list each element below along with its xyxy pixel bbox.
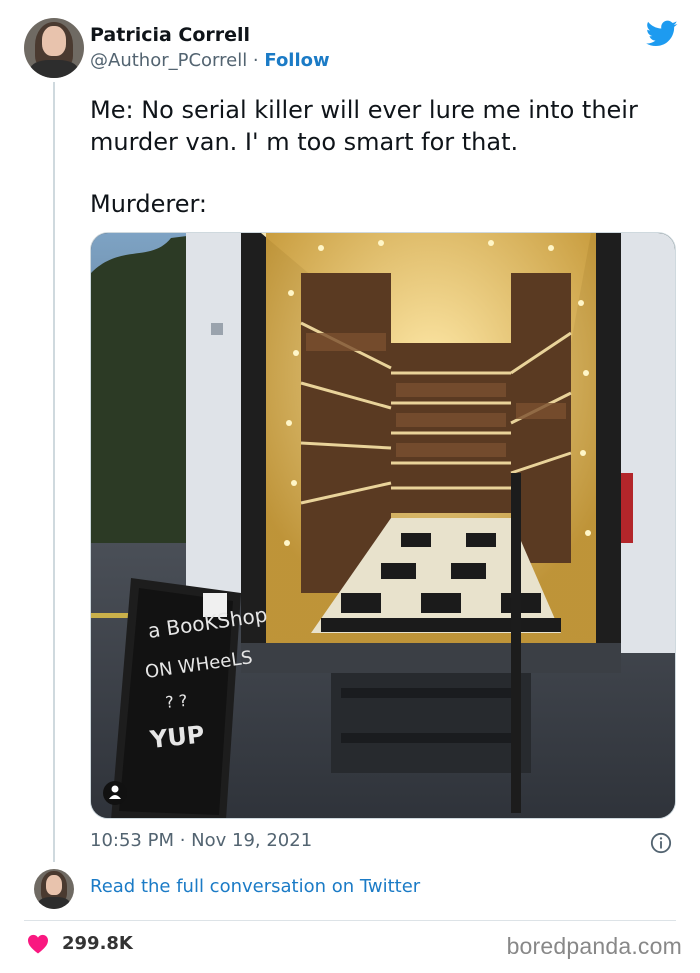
tweet-timestamp[interactable]: 10:53 PM · Nov 19, 2021: [90, 830, 312, 851]
sign-text-4: YUP: [148, 720, 206, 754]
tweet-line-2: Murderer:: [90, 190, 207, 218]
twitter-bird-icon[interactable]: [646, 20, 678, 48]
like-count: 299.8K: [62, 933, 133, 954]
tweet-line-1: Me: No serial killer will ever lure me i…: [90, 96, 638, 156]
bookshop-van-photo: a BooKShop ON WHeeLS ? ? YUP: [91, 233, 675, 818]
author-name[interactable]: Patricia Correll: [90, 24, 250, 46]
read-conversation-link[interactable]: Read the full conversation on Twitter: [90, 876, 420, 897]
footer-divider: [24, 920, 676, 921]
thread-line: [53, 82, 55, 862]
sign-text-3: ? ?: [164, 691, 188, 712]
author-handle-row: @Author_PCorrell · Follow: [90, 50, 330, 71]
reply-avatar[interactable]: [34, 869, 74, 909]
heart-icon[interactable]: [27, 934, 49, 954]
handle-separator: ·: [247, 50, 265, 71]
person-icon[interactable]: [103, 781, 127, 805]
info-icon[interactable]: [650, 832, 672, 854]
tweet-text: Me: No serial killer will ever lure me i…: [90, 94, 680, 220]
follow-link[interactable]: Follow: [264, 50, 329, 71]
boredpanda-watermark: boredpanda.com: [506, 933, 682, 959]
tweet-media-photo[interactable]: a BooKShop ON WHeeLS ? ? YUP: [90, 232, 676, 819]
author-handle[interactable]: @Author_PCorrell: [90, 50, 247, 71]
author-avatar[interactable]: [24, 18, 84, 78]
